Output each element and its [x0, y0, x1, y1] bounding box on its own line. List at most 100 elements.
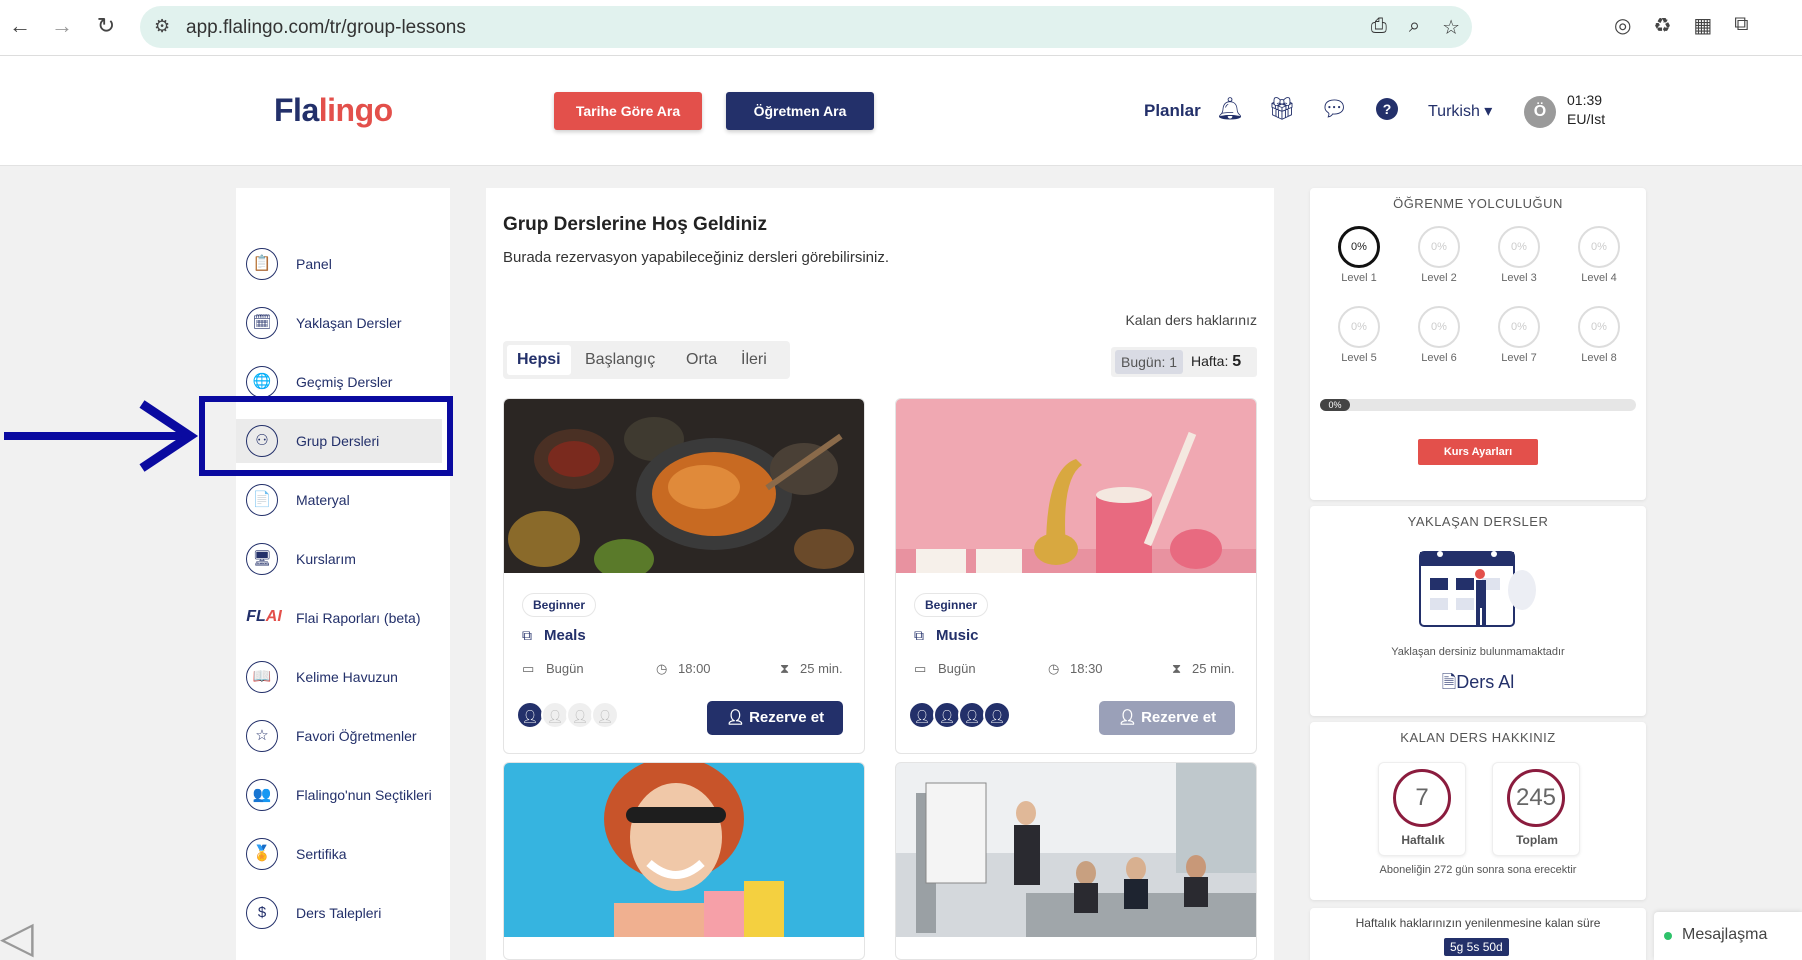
reload-icon[interactable]: ↻: [92, 12, 120, 40]
level-3[interactable]: 0% Level 3: [1498, 226, 1540, 284]
seat-taken-icon: 👤︎: [983, 701, 1011, 729]
lesson-card[interactable]: Beginner ⧉ Meals ▭ Bugün ◷ 18:00 ⧗ 25 mi…: [503, 398, 865, 754]
help-icon[interactable]: ?: [1376, 98, 1398, 120]
shopping-photo: [504, 763, 864, 937]
clock-timezone: EU/Ist: [1567, 111, 1606, 127]
lesson-day: Bugün: [546, 661, 584, 676]
plans-link[interactable]: Planlar: [1144, 101, 1201, 121]
sidebar-item-my-courses[interactable]: 🖥 Kurslarım: [236, 537, 450, 581]
level-badge: Beginner: [914, 593, 989, 617]
lesson-time: 18:30: [1070, 661, 1103, 676]
calendar-icon: ▭: [522, 661, 535, 676]
seat-taken-icon: 👤︎: [933, 701, 961, 729]
weekly-credits-label: Haftalık: [1401, 833, 1445, 847]
level-5[interactable]: 0% Level 5: [1338, 306, 1380, 364]
scroll-left-arrow-icon[interactable]: ◁: [0, 912, 34, 960]
sidebar-item-word-pool[interactable]: 📖 Kelime Havuzun: [236, 655, 450, 699]
lesson-card[interactable]: [503, 762, 865, 960]
sidebar-item-material[interactable]: 📄 Materyal: [236, 478, 450, 522]
people-icon: 👥: [246, 779, 278, 811]
panel-title: YAKLAŞAN DERSLER: [1407, 514, 1549, 529]
level-badge: Beginner: [522, 593, 597, 617]
messaging-tab[interactable]: Mesajlaşma: [1654, 912, 1802, 960]
avatar[interactable]: Ö: [1524, 96, 1556, 128]
sidebar-item-panel[interactable]: 📋 Panel: [236, 242, 450, 286]
flalingo-logo[interactable]: Flalingo: [274, 92, 393, 129]
level-1[interactable]: 0% Level 1: [1338, 226, 1380, 284]
level-4[interactable]: 0% Level 4: [1578, 226, 1620, 284]
lesson-card[interactable]: Beginner ⧉ Music ▭ Bugün ◷ 18:30 ⧗ 25 mi…: [895, 398, 1257, 754]
sidebar-item-label: Kelime Havuzun: [296, 669, 398, 685]
meeting-photo: [896, 763, 1256, 937]
back-arrow-icon[interactable]: ←: [6, 12, 34, 40]
remaining-credits-panel: KALAN DERS HAKKINIZ 7 Haftalık 245 Topla…: [1310, 722, 1646, 900]
upcoming-lessons-panel: YAKLAŞAN DERSLER Yaklaşan dersiniz bulun…: [1310, 506, 1646, 716]
sidebar-item-favorite-teachers[interactable]: ☆ Favori Öğretmenler: [236, 714, 450, 758]
sidebar-item-flalingo-picks[interactable]: 👥 Flalingo'nun Seçtikleri: [236, 773, 450, 817]
hourglass-icon: ⧗: [780, 661, 790, 676]
lesson-type-icon: ⧉: [522, 627, 532, 643]
renewal-timer: 5g 5s 50d: [1444, 938, 1509, 956]
credit-counts: Bugün: 1 Hafta: 5: [1111, 347, 1257, 377]
sidebar-item-label: Flai Raporları (beta): [296, 610, 421, 626]
annotation-arrow: [4, 400, 199, 472]
level-6[interactable]: 0% Level 6: [1418, 306, 1460, 364]
clock-icon: ◷: [1048, 661, 1060, 676]
annotation-highlight-box: [199, 396, 453, 476]
bookmark-star-icon[interactable]: ☆: [1442, 15, 1460, 40]
level-7[interactable]: 0% Level 7: [1498, 306, 1540, 364]
music-photo: [896, 399, 1256, 573]
lesson-title: Music: [936, 627, 979, 644]
sidebar-item-upcoming-lessons[interactable]: 🗓 Yaklaşan Dersler: [236, 301, 450, 345]
gift-icon[interactable]: 🎁︎: [1268, 96, 1296, 122]
search-teacher-button[interactable]: Öğretmen Ara: [726, 92, 874, 130]
search-by-date-button[interactable]: Tarihe Göre Ara: [554, 92, 702, 130]
seat-empty-icon: 👤︎: [541, 701, 569, 729]
course-settings-button[interactable]: Kurs Ayarları: [1418, 439, 1538, 465]
lesson-type-icon: ⧉: [914, 627, 924, 643]
weekly-credits-value: 7: [1393, 769, 1451, 827]
total-credits: 245 Toplam: [1492, 762, 1580, 856]
seat-taken-icon: 👤︎: [516, 701, 544, 729]
subscription-note: Aboneliğin 272 gün sonra sona erecektir: [1379, 864, 1577, 876]
tab-intermediate[interactable]: Orta: [676, 345, 727, 375]
url-text[interactable]: app.flalingo.com/tr/group-lessons: [186, 17, 466, 39]
site-info-icon[interactable]: ⚙: [154, 16, 170, 37]
sidebar-item-lesson-requests[interactable]: $ Ders Talepleri: [236, 891, 450, 935]
extension-icon-2[interactable]: ♻: [1653, 13, 1671, 38]
document-icon: 🗎: [1441, 672, 1457, 692]
total-credits-value: 245: [1507, 769, 1565, 827]
panel-icon: 📋: [246, 248, 278, 280]
sidebar-item-label: Ders Talepleri: [296, 905, 382, 921]
reserve-button[interactable]: 👤︎ Rezerve et: [1099, 701, 1235, 735]
install-app-icon[interactable]: ⎙: [1371, 15, 1387, 40]
seat-empty-icon: 👤︎: [591, 701, 619, 729]
sidebar-item-label: Favori Öğretmenler: [296, 728, 417, 744]
tab-advanced[interactable]: İleri: [731, 345, 777, 375]
forward-arrow-icon[interactable]: →: [48, 12, 76, 40]
level-8[interactable]: 0% Level 8: [1578, 306, 1620, 364]
bell-icon[interactable]: 🔔︎: [1216, 96, 1244, 122]
page-subtitle: Burada rezervasyon yapabileceğiniz dersl…: [503, 249, 890, 266]
language-dropdown[interactable]: Turkish ▾: [1428, 101, 1492, 121]
chat-icon[interactable]: 💬︎: [1320, 96, 1348, 122]
meals-photo: [504, 399, 864, 573]
take-lesson-link[interactable]: 🗎Ders Al: [1310, 670, 1646, 700]
sidebar-item-flai-reports[interactable]: FLAI Flai Raporları (beta): [236, 596, 450, 640]
globe-icon: 🌐: [246, 366, 278, 398]
extension-icon-1[interactable]: ◎: [1614, 13, 1631, 38]
tab-beginner[interactable]: Başlangıç: [575, 345, 665, 375]
sidebar-item-label: Materyal: [296, 492, 350, 508]
zoom-icon[interactable]: ⌕: [1409, 15, 1420, 40]
sidebar-item-certificate[interactable]: 🏅 Sertifika: [236, 832, 450, 876]
reserve-button[interactable]: 👤︎ Rezerve et: [707, 701, 843, 735]
level-2[interactable]: 0% Level 2: [1418, 226, 1460, 284]
star-icon: ☆: [246, 720, 278, 752]
extensions-puzzle-icon[interactable]: ⧉: [1734, 13, 1748, 38]
tab-all[interactable]: Hepsi: [507, 345, 571, 375]
address-bar[interactable]: ⚙ app.flalingo.com/tr/group-lessons ⎙ ⌕ …: [140, 6, 1472, 48]
lesson-time: 18:00: [678, 661, 711, 676]
qr-icon[interactable]: ▦: [1693, 13, 1712, 38]
lesson-card[interactable]: [895, 762, 1257, 960]
weekly-credits: 7 Haftalık: [1378, 762, 1466, 856]
